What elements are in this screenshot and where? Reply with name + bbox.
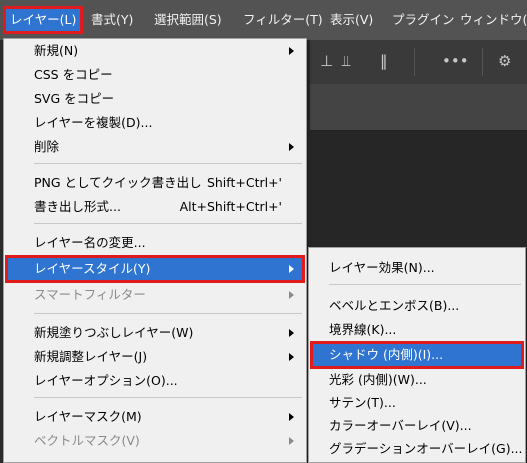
menu-item-label: レイヤーマスク(M) <box>34 409 142 424</box>
layer-menu: 新規(N) CSS をコピー SVG をコピー レイヤーを複製(D)... 削除… <box>3 38 307 463</box>
options-toolbar: ⊥ ⫫ ‖ ••• ⚙ <box>310 40 527 84</box>
menu-separator <box>34 223 302 224</box>
menu-item-label: シャドウ (内側)(I)... <box>329 347 444 362</box>
menu-item-label: レイヤーを複製(D)... <box>34 115 153 130</box>
submenu-arrow-icon <box>289 47 294 55</box>
submenu-arrow-icon <box>289 329 294 337</box>
menu-item-layer-options[interactable]: レイヤーオプション(O)... <box>4 369 306 393</box>
menu-item-label: CSS をコピー <box>34 67 113 82</box>
menu-item-quick-export-png[interactable]: PNG としてクイック書き出し Shift+Ctrl+' <box>4 171 306 195</box>
menu-item-new-adjustment-layer[interactable]: 新規調整レイヤー(J) <box>4 345 306 369</box>
distribute-icon[interactable]: ⫫ <box>342 52 350 70</box>
submenu-item-inner-glow[interactable]: 光彩 (内側)(W)... <box>309 368 525 392</box>
menu-item-duplicate-layer[interactable]: レイヤーを複製(D)... <box>4 111 306 135</box>
submenu-arrow-icon <box>289 143 294 151</box>
menu-separator <box>329 284 521 285</box>
menu-item-label: 新規(N) <box>34 43 79 58</box>
menu-item-layer-style[interactable]: レイヤースタイル(Y) <box>5 255 305 283</box>
submenu-item-inner-shadow[interactable]: シャドウ (内側)(I)... <box>310 341 524 369</box>
menu-item-label: 光彩 (内側)(W)... <box>329 372 427 387</box>
menu-item-new-fill-layer[interactable]: 新規塗りつぶしレイヤー(W) <box>4 321 306 345</box>
menu-item-shortcut: Alt+Shift+Ctrl+' <box>179 199 282 214</box>
submenu-arrow-icon <box>289 437 294 445</box>
submenu-item-stroke[interactable]: 境界線(K)... <box>309 318 525 342</box>
toolbar-divider <box>414 48 415 76</box>
menu-item-label: ベクトルマスク(V) <box>34 433 140 448</box>
menu-separator <box>34 313 302 314</box>
menu-bar: レイヤー(L) 書式(Y) 選択範囲(S) フィルター(T) 表示(V) プラグ… <box>0 0 527 40</box>
menu-item-label: レイヤーオプション(O)... <box>34 373 178 388</box>
menu-item-copy-svg[interactable]: SVG をコピー <box>4 87 306 111</box>
menu-item-layer-mask[interactable]: レイヤーマスク(M) <box>4 405 306 429</box>
gear-icon[interactable]: ⚙ <box>498 52 511 70</box>
submenu-arrow-icon <box>289 291 294 299</box>
menu-plugins[interactable]: プラグイン <box>392 9 455 31</box>
menu-item-label: 新規塗りつぶしレイヤー(W) <box>34 325 194 340</box>
toolbar-divider <box>482 48 483 76</box>
menu-item-label: PNG としてクイック書き出し <box>34 175 202 190</box>
more-icon[interactable]: ••• <box>442 52 469 70</box>
menu-item-label: 新規調整レイヤー(J) <box>34 349 148 364</box>
menu-item-label: サテン(T)... <box>329 395 396 410</box>
submenu-item-color-overlay[interactable]: カラーオーバーレイ(V)... <box>309 414 525 438</box>
menu-item-new[interactable]: 新規(N) <box>4 39 306 63</box>
menu-item-vector-mask: ベクトルマスク(V) <box>4 429 306 453</box>
menu-item-copy-css[interactable]: CSS をコピー <box>4 63 306 87</box>
menu-item-label: 削除 <box>34 139 60 154</box>
menu-item-rename-layer[interactable]: レイヤー名の変更... <box>4 231 306 255</box>
menu-item-export-as[interactable]: 書き出し形式... Alt+Shift+Ctrl+' <box>4 195 306 219</box>
menu-item-delete[interactable]: 削除 <box>4 135 306 159</box>
menu-item-label: 書き出し形式... <box>34 199 121 214</box>
align-bottom-icon[interactable]: ⊥ <box>320 52 333 70</box>
menu-item-label: レイヤー効果(N)... <box>329 260 435 275</box>
submenu-item-satin[interactable]: サテン(T)... <box>309 391 525 415</box>
submenu-item-gradient-overlay[interactable]: グラデーションオーバーレイ(G)... <box>309 437 525 461</box>
menu-item-label: カラーオーバーレイ(V)... <box>329 418 472 433</box>
menu-view[interactable]: 表示(V) <box>330 9 373 31</box>
submenu-arrow-icon <box>289 265 294 273</box>
menu-type[interactable]: 書式(Y) <box>91 9 133 31</box>
menu-layer[interactable]: レイヤー(L) <box>2 6 84 34</box>
document-tabs <box>310 84 527 131</box>
layer-style-submenu: レイヤー効果(N)... ベベルとエンボス(B)... 境界線(K)... シャ… <box>308 247 526 463</box>
menu-window[interactable]: ウィンドウ(W <box>460 9 527 31</box>
menu-item-shortcut: Shift+Ctrl+' <box>206 175 282 190</box>
submenu-item-layer-effects[interactable]: レイヤー効果(N)... <box>309 256 525 280</box>
menu-item-label: SVG をコピー <box>34 91 115 106</box>
menu-item-label: ベベルとエンボス(B)... <box>329 298 460 313</box>
menu-select[interactable]: 選択範囲(S) <box>154 9 222 31</box>
submenu-arrow-icon <box>289 413 294 421</box>
menu-item-label: レイヤー名の変更... <box>34 235 146 250</box>
menu-item-label: 境界線(K)... <box>329 322 397 337</box>
menu-separator <box>34 397 302 398</box>
menu-filter[interactable]: フィルター(T) <box>243 9 323 31</box>
menu-item-label: グラデーションオーバーレイ(G)... <box>329 441 523 456</box>
menu-item-label: レイヤースタイル(Y) <box>34 261 151 276</box>
menu-separator <box>34 163 302 164</box>
menu-item-smart-filter: スマートフィルター <box>4 283 306 307</box>
distribute-horizontal-icon[interactable]: ‖ <box>380 52 388 70</box>
submenu-item-bevel-emboss[interactable]: ベベルとエンボス(B)... <box>309 294 525 318</box>
submenu-arrow-icon <box>289 353 294 361</box>
menu-item-label: スマートフィルター <box>34 287 146 302</box>
